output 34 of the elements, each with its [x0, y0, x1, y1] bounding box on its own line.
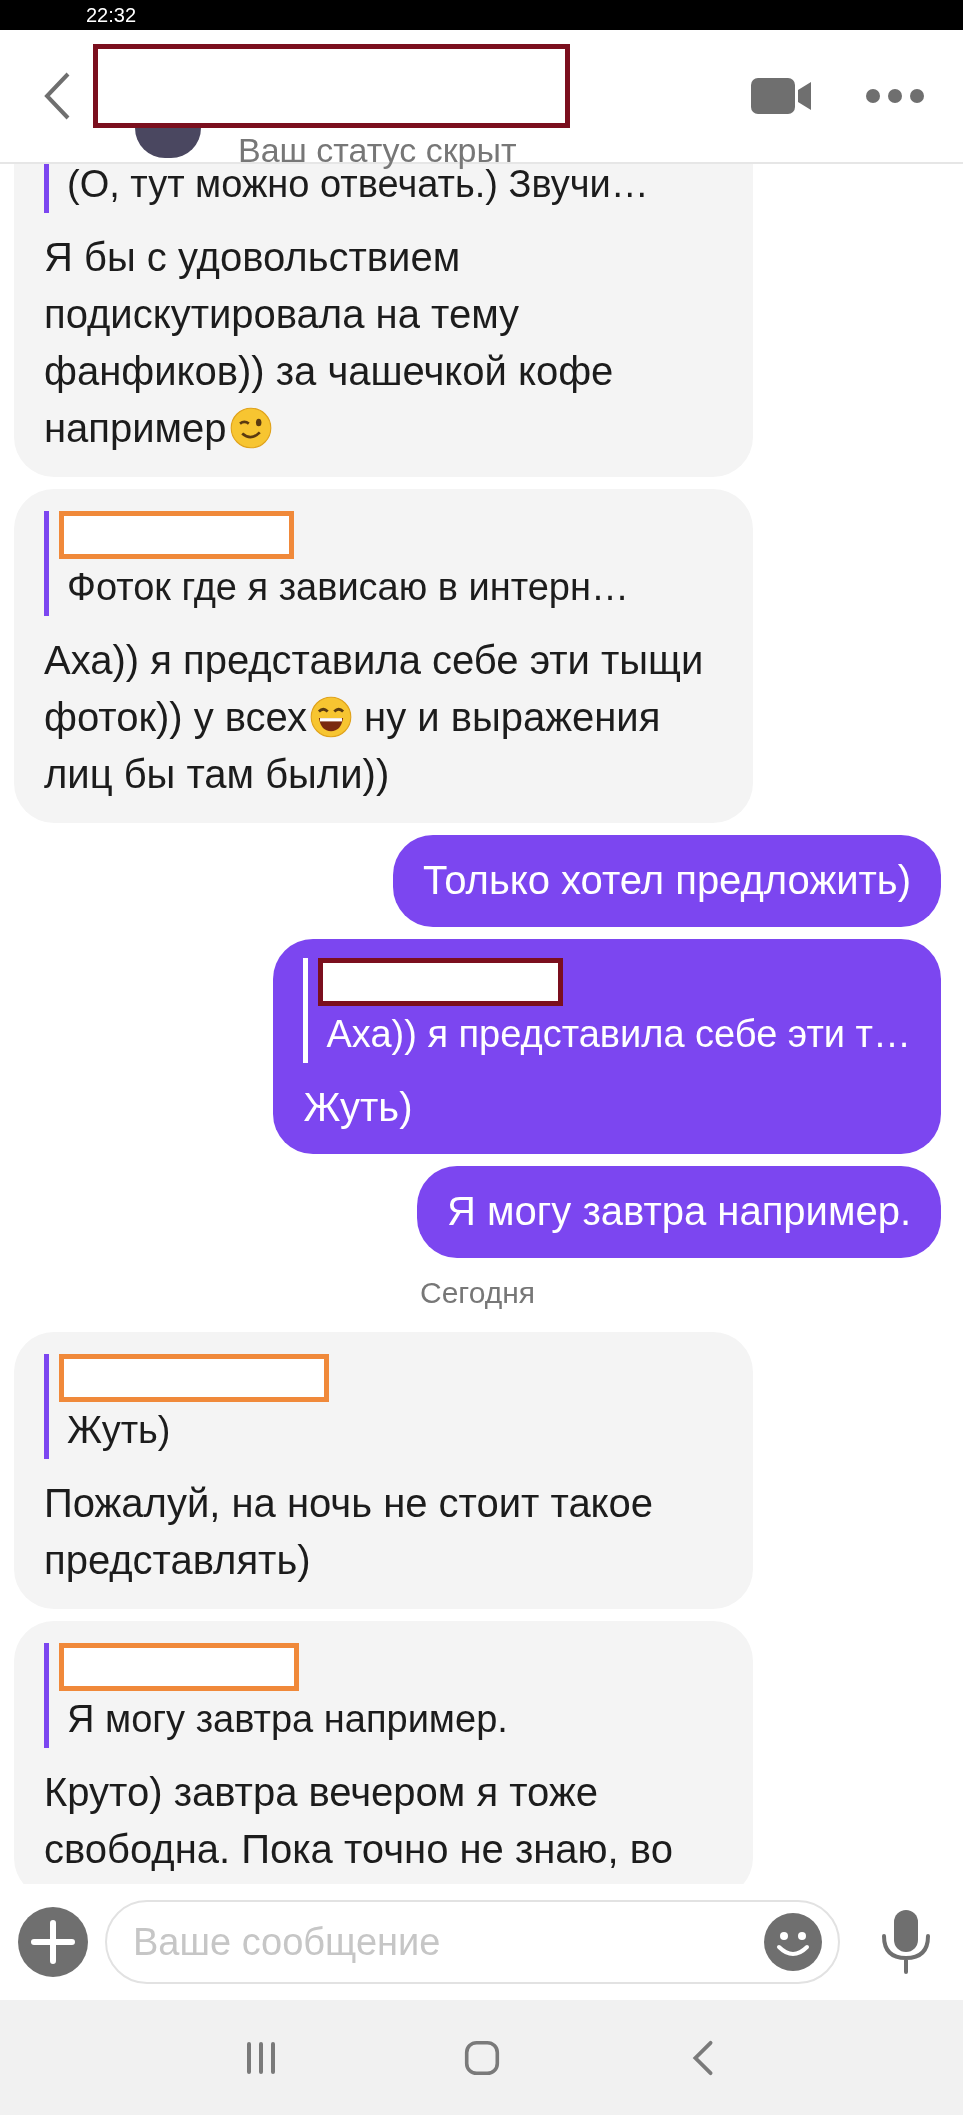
reply-quote[interactable]: Фоток где я зависаю в интерн…	[44, 511, 713, 616]
winking-face-icon	[228, 406, 273, 450]
grinning-face-icon	[308, 695, 353, 739]
message-bubble[interactable]: Я могу завтра например.	[416, 1166, 941, 1258]
message-bubble[interactable]: Фоток где я зависаю в интерн… Аха)) я представила себе эти тыщи фоток)) у всех ну и выражения лиц бы там были))	[14, 489, 753, 823]
message-text: Жуть)	[303, 1084, 414, 1131]
more-icon[interactable]	[865, 88, 925, 104]
message-text: Я могу завтра например.	[446, 1188, 911, 1235]
message-bubble[interactable]: Жуть) Пожалуй, на ночь не стоит такое представлять)	[14, 1332, 753, 1609]
smiley-icon[interactable]	[764, 1913, 822, 1971]
microphone-icon[interactable]	[881, 1910, 931, 1974]
quoted-text: Фоток где я зависаю в интерн…	[66, 565, 630, 610]
add-icon[interactable]	[18, 1907, 88, 1977]
message-input[interactable]: Ваше сообщение	[105, 1900, 840, 1984]
reply-quote[interactable]: Жуть)	[44, 1354, 713, 1459]
quoted-text: Я могу завтра например.	[66, 1697, 509, 1742]
message-bubble[interactable]: Я могу завтра например. Круто) завтра вечером я тоже свободна. Пока точно не знаю, во	[14, 1621, 753, 1884]
message-bubble[interactable]: Аха)) я представила себе эти т… Жуть)	[273, 939, 941, 1154]
clock-time: 22:32	[86, 3, 137, 27]
video-camera-icon[interactable]	[751, 76, 813, 116]
avatar[interactable]	[135, 128, 201, 158]
message-text: Только хотел предложить)	[422, 857, 911, 904]
message-bubble[interactable]: Только хотел предложить)	[392, 835, 941, 927]
date-divider: Сегодня	[420, 1275, 535, 1311]
message-text: Круто) завтра вечером я тоже свободна. Пока точно не знаю, во	[44, 1769, 674, 1873]
message-text: Пожалуй, на ночь не стоит такое представлять)	[44, 1480, 655, 1584]
home-icon[interactable]	[463, 2038, 500, 2077]
message-text: Я бы с удовольствием подискутировала на тему фанфиков)) за чашечкой кофе например	[44, 234, 615, 452]
reply-quote[interactable]: Я могу завтра например.	[44, 1643, 713, 1748]
back-icon[interactable]	[42, 71, 72, 121]
message-text: Аха)) я представила себе эти тыщи фоток)) у всех ну и выражения лиц бы там были))	[44, 637, 705, 798]
reply-quote[interactable]: Аха)) я представила себе эти т…	[303, 958, 911, 1063]
quoted-text: Жуть)	[66, 1408, 172, 1453]
quoted-text: Аха)) я представила себе эти т…	[325, 1012, 911, 1057]
